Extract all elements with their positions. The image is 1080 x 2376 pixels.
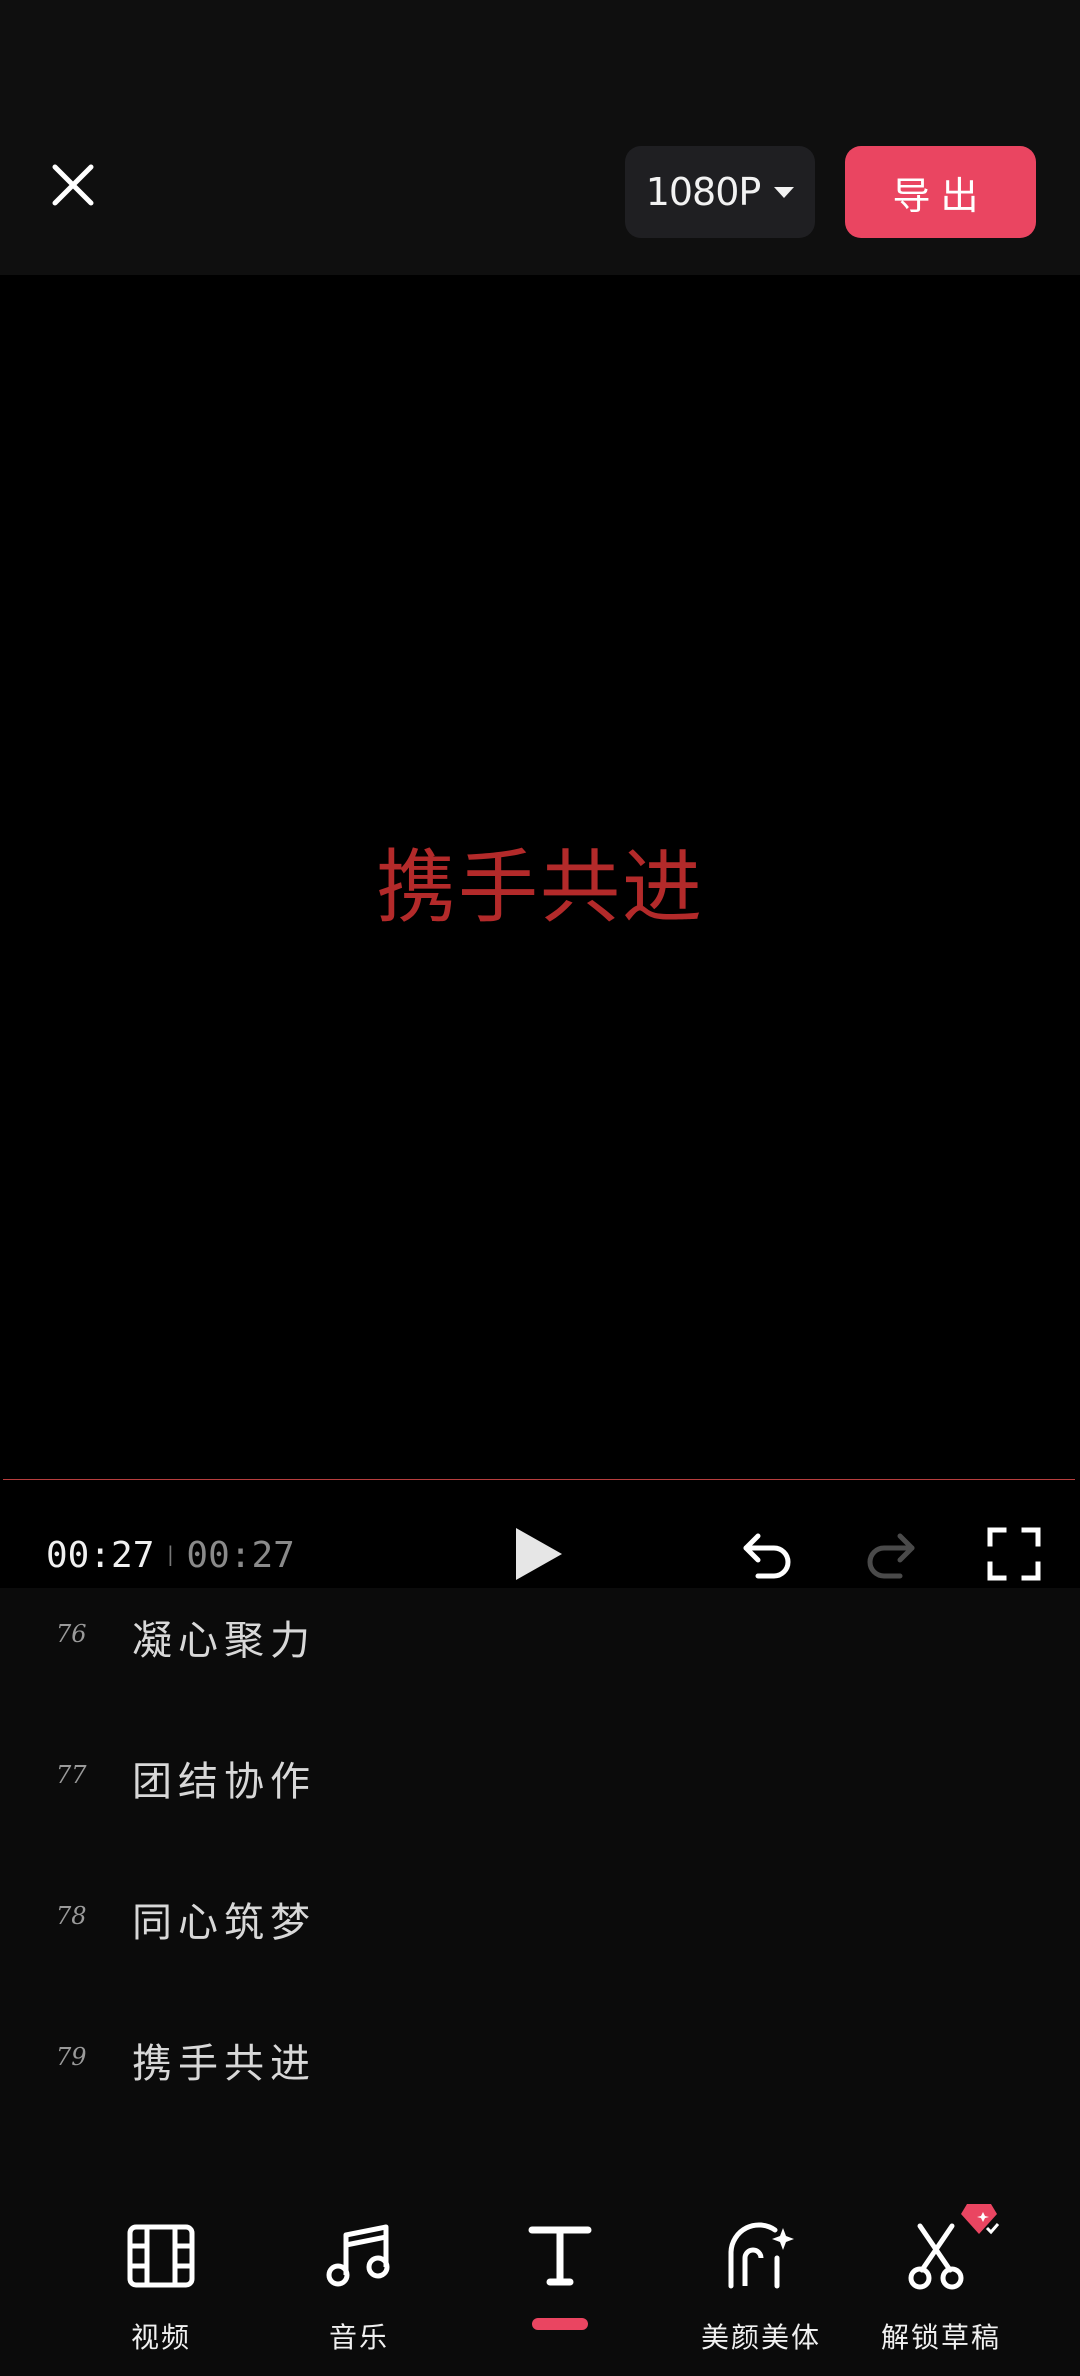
player-controls: 00:27 | 00:27 — [0, 1480, 1080, 1588]
music-note-icon — [326, 2224, 390, 2287]
undo-button[interactable] — [736, 1522, 800, 1586]
film-icon — [127, 2224, 195, 2288]
fullscreen-icon — [987, 1527, 1041, 1581]
premium-gem-badge-icon — [961, 2204, 999, 2235]
top-bar: 1080P 导出 — [0, 0, 1080, 275]
fullscreen-button[interactable] — [982, 1522, 1046, 1586]
subtitle-number: 77 — [56, 1761, 87, 1789]
active-tab-indicator — [532, 2318, 588, 2330]
subtitle-item[interactable]: 76 凝心聚力 — [0, 1588, 1080, 1688]
editor-page: 1080P 导出 携手共进 00:27 | 00:27 76 凝心聚力 77 团… — [0, 0, 1080, 2376]
tool-video[interactable]: 视频 — [81, 2216, 241, 2356]
subtitle-item[interactable]: 78 同心筑梦 — [0, 1870, 1080, 1970]
resolution-dropdown[interactable]: 1080P — [625, 146, 815, 238]
subtitle-item[interactable]: 77 团结协作 — [0, 1729, 1080, 1829]
undo-icon — [743, 1533, 791, 1579]
video-preview[interactable]: 携手共进 — [0, 275, 1080, 1482]
close-button[interactable] — [38, 150, 108, 220]
beauty-face-icon — [728, 2222, 794, 2289]
resolution-label: 1080P — [645, 170, 762, 214]
subtitle-list: 76 凝心聚力 77 团结协作 78 同心筑梦 79 携手共进 — [0, 1588, 1080, 2148]
tool-label: 视频 — [130, 2321, 191, 2354]
total-time: 00:27 — [186, 1535, 295, 1576]
tool-beauty[interactable]: 美颜美体 — [681, 2216, 841, 2356]
tool-label: 美颜美体 — [700, 2321, 821, 2354]
time-display: 00:27 | 00:27 — [46, 1535, 295, 1576]
subtitle-text: 携手共进 — [132, 2041, 316, 2087]
subtitle-number: 78 — [56, 1902, 87, 1930]
tool-label: 解锁草稿 — [880, 2321, 1001, 2354]
close-icon — [52, 164, 94, 206]
play-icon — [516, 1528, 562, 1580]
tool-unlock-draft[interactable]: 解锁草稿 — [861, 2204, 1021, 2356]
current-time: 00:27 — [46, 1535, 155, 1576]
redo-button[interactable] — [858, 1522, 922, 1586]
play-button[interactable] — [506, 1522, 570, 1586]
caret-down-icon — [774, 186, 795, 198]
export-button[interactable]: 导出 — [845, 146, 1036, 238]
bottom-toolbar: 视频 音乐 美颜美体 解锁草稿 — [0, 2168, 1080, 2376]
preview-caption: 携手共进 — [376, 841, 704, 934]
subtitle-text: 同心筑梦 — [132, 1900, 316, 1946]
subtitle-number: 76 — [56, 1620, 87, 1648]
text-icon — [528, 2226, 592, 2286]
export-label: 导出 — [892, 173, 989, 218]
redo-icon — [867, 1533, 915, 1579]
time-separator: | — [164, 1542, 177, 1566]
tool-text[interactable] — [480, 2216, 640, 2356]
subtitle-number: 79 — [56, 2043, 87, 2071]
tool-music[interactable]: 音乐 — [279, 2216, 439, 2356]
tool-label: 音乐 — [328, 2321, 389, 2354]
subtitle-text: 团结协作 — [132, 1759, 316, 1805]
subtitle-text: 凝心聚力 — [132, 1618, 316, 1664]
subtitle-item[interactable]: 79 携手共进 — [0, 2011, 1080, 2111]
